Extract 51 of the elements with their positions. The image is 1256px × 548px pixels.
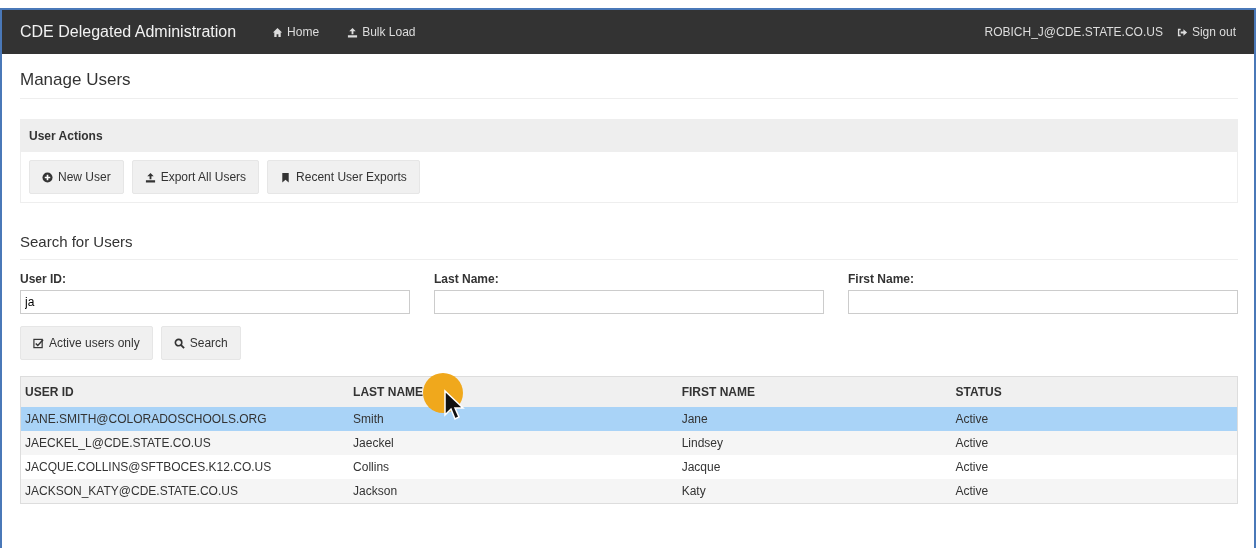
upload-icon — [144, 171, 156, 183]
plus-circle-icon — [42, 171, 53, 183]
action-button[interactable]: Export All Users — [131, 160, 260, 195]
table-row[interactable]: JACQUE.COLLINS@SFTBOCES.K12.CO.US Collins Jacque Active — [20, 455, 1238, 480]
table-cell: Lindsey — [677, 431, 952, 456]
action-button[interactable]: Recent User Exports — [267, 160, 420, 195]
app-title[interactable]: CDE Delegated Administration — [20, 20, 237, 44]
active-filter-button[interactable]: Active users only — [20, 326, 153, 361]
table-row[interactable]: JAECKEL_L@CDE.STATE.CO.US Jaeckel Lindsey Active — [20, 431, 1238, 456]
cursor-icon — [444, 389, 465, 421]
table-cell: Active — [951, 455, 1238, 480]
action-button[interactable]: New User — [29, 160, 124, 195]
table-row[interactable]: JANE.SMITH@COLORADOSCHOOLS.ORG Smith Jane Active — [20, 407, 1238, 432]
table-cell: Active — [951, 479, 1238, 504]
panel-heading: User Actions — [21, 120, 1237, 153]
text-field[interactable] — [434, 290, 824, 315]
table-cell: JANE.SMITH@COLORADOSCHOOLS.ORG — [20, 407, 350, 432]
table-cell: Jane — [677, 407, 952, 432]
upload-icon — [347, 26, 359, 38]
text-field[interactable]: ja — [20, 290, 410, 315]
table-cell: Katy — [677, 479, 952, 504]
user-email: ROBICH_J@CDE.STATE.CO.US — [984, 24, 1163, 41]
section-title: Search for Users — [20, 233, 1238, 261]
field-label: User ID: — [20, 271, 67, 289]
sign-out-link[interactable]: Sign out — [1176, 23, 1236, 41]
table-cell: Smith — [349, 407, 678, 432]
search-icon — [173, 337, 185, 349]
table-cell: Jacque — [677, 455, 952, 480]
column-header-text: LAST NAME — [353, 385, 424, 400]
home-icon — [272, 26, 284, 38]
table-cell: Jackson — [349, 479, 678, 504]
table-row[interactable]: JACKSON_KATY@CDE.STATE.CO.US Jackson Katy Active — [20, 479, 1238, 504]
sign-out-icon — [1176, 26, 1188, 38]
page-title: Manage Users — [20, 54, 1238, 100]
table-cell: Active — [951, 407, 1238, 432]
table-cell: Jaeckel — [349, 431, 678, 456]
table-cell: Collins — [349, 455, 678, 480]
bookmark-icon — [280, 171, 292, 183]
nav-link[interactable]: Bulk Load — [347, 23, 416, 41]
field-label: Last Name: — [434, 271, 500, 289]
column-header: FIRST NAME — [677, 376, 952, 408]
table-cell: JAECKEL_L@CDE.STATE.CO.US — [20, 431, 350, 456]
column-header: USER ID — [20, 376, 350, 408]
text-field[interactable] — [848, 290, 1238, 315]
search-button[interactable]: Search — [160, 326, 241, 361]
field-label: First Name: — [848, 271, 916, 289]
table-cell: JACQUE.COLLINS@SFTBOCES.K12.CO.US — [20, 455, 350, 480]
table-cell: Active — [951, 431, 1238, 456]
table-cell: JACKSON_KATY@CDE.STATE.CO.US — [20, 479, 350, 504]
nav-link[interactable]: Home — [272, 23, 320, 41]
column-header: STATUS — [951, 376, 1238, 408]
